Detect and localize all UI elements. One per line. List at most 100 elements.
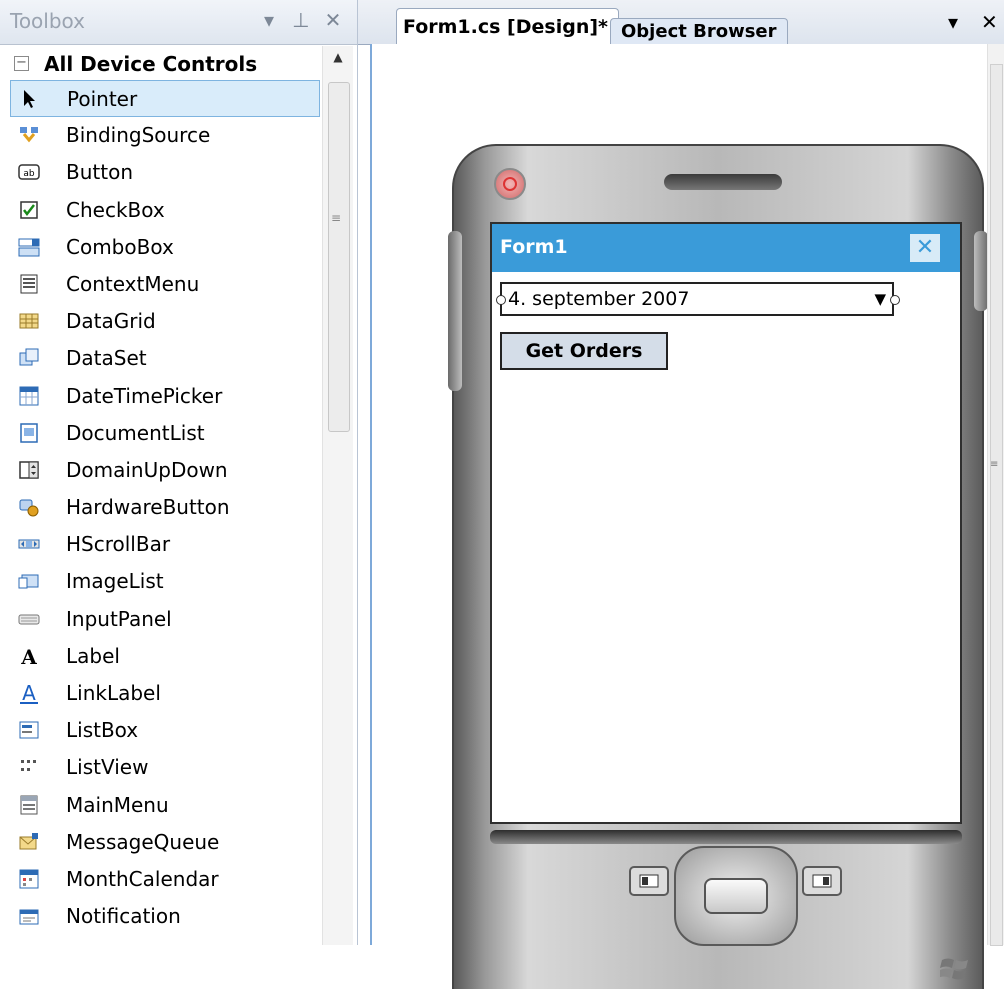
toolbox-item-label: Pointer <box>67 87 138 111</box>
toolbox-item-hardwarebutton[interactable]: HardwareButton <box>10 489 320 526</box>
listview-icon <box>21 760 36 772</box>
scroll-grip-icon: ≡ <box>990 459 999 470</box>
pointer-icon <box>24 90 35 108</box>
toolbox-item-datetimepicker[interactable]: DateTimePicker <box>10 378 320 415</box>
toolbox-item-label: DataGrid <box>66 309 156 334</box>
notification-icon <box>19 909 39 925</box>
active-files-dropdown-icon[interactable]: ▾ <box>948 10 958 34</box>
collapse-icon[interactable]: − <box>14 56 29 71</box>
toolbox-item-documentlist[interactable]: DocumentList <box>10 415 320 452</box>
toolbox-item-label-control[interactable]: A Label <box>10 638 320 675</box>
toolbox-item-mainmenu[interactable]: MainMenu <box>10 787 320 824</box>
toolbox-scrollbar[interactable]: ▲ ≡ <box>322 46 353 945</box>
toolbox-category-label: All Device Controls <box>44 52 258 76</box>
toolbox-item-bindingsource[interactable]: BindingSource <box>10 117 320 154</box>
messagequeue-icon <box>19 832 38 850</box>
mainmenu-icon <box>20 795 38 815</box>
dropdown-arrow-icon[interactable]: ▼ <box>874 290 886 308</box>
toolbox-item-label: DocumentList <box>66 420 205 445</box>
designer-scrollbar[interactable]: ≡ <box>987 44 1004 946</box>
toolbox-item-contextmenu[interactable]: ContextMenu <box>10 266 320 303</box>
soft-key-right-icon <box>802 866 842 896</box>
toolbox-title-bar: Toolbox ▾ ⊥ ✕ <box>0 0 357 45</box>
power-button-icon <box>494 168 526 200</box>
toolbox-category-header[interactable]: − All Device Controls <box>10 50 315 80</box>
document-tab-strip: Form1.cs [Design]* Object Browser ▾ ✕ <box>358 0 1004 45</box>
toolbox-panel: Toolbox ▾ ⊥ ✕ − All Device Controls Poin… <box>0 0 358 945</box>
date-time-picker-value: 4. september 2007 <box>508 288 690 310</box>
toolbox-item-label: MessageQueue <box>66 829 220 854</box>
toolbox-item-inputpanel[interactable]: InputPanel <box>10 601 320 638</box>
documentlist-icon <box>20 422 38 443</box>
scroll-up-icon[interactable]: ▲ <box>323 50 353 64</box>
toolbox-item-list: Pointer BindingSource ab Button CheckBox… <box>10 80 320 935</box>
svg-text:A: A <box>22 682 36 704</box>
toolbox-item-button[interactable]: ab Button <box>10 154 320 191</box>
toolbox-title: Toolbox <box>10 9 85 33</box>
toolbox-item-monthcalendar[interactable]: MonthCalendar <box>10 861 320 898</box>
toolbox-item-label: DataSet <box>66 346 147 371</box>
navigation-pad <box>674 846 798 946</box>
svg-text:A: A <box>20 645 37 667</box>
toolbox-item-label: InputPanel <box>66 606 172 631</box>
toolbox-item-label: DomainUpDown <box>66 457 228 482</box>
toolbox-item-label: MonthCalendar <box>66 866 219 891</box>
toolbox-item-checkbox[interactable]: CheckBox <box>10 192 320 229</box>
toolbox-item-listbox[interactable]: ListBox <box>10 712 320 749</box>
form-title: Form1 <box>500 236 568 258</box>
navigation-pad-center <box>704 878 768 914</box>
tab-form1-design[interactable]: Form1.cs [Design]* <box>396 8 619 45</box>
datetimepicker-icon <box>19 386 39 405</box>
toolbox-item-label: ListBox <box>66 718 139 743</box>
toolbox-item-pointer[interactable]: Pointer <box>10 80 320 118</box>
domainupdown-icon <box>19 461 39 479</box>
toolbox-item-combobox[interactable]: ComboBox <box>10 229 320 266</box>
toolbox-item-label: MainMenu <box>66 792 169 817</box>
toolbox-item-label: ComboBox <box>66 234 174 259</box>
window-position-dropdown-icon[interactable]: ▾ <box>256 8 282 32</box>
toolbox-item-imagelist[interactable]: ImageList <box>10 563 320 600</box>
device-soft-key-bar <box>490 830 962 844</box>
toolbox-item-datagrid[interactable]: DataGrid <box>10 303 320 340</box>
get-orders-button[interactable]: Get Orders <box>500 332 668 370</box>
designer-scrollbar-thumb[interactable] <box>990 64 1003 946</box>
toolbox-item-label: Notification <box>66 904 181 929</box>
hardwarebutton-icon <box>19 499 39 517</box>
windows-logo-icon <box>940 958 968 980</box>
tab-object-browser[interactable]: Object Browser <box>610 18 788 45</box>
toolbox-item-linklabel[interactable]: A LinkLabel <box>10 675 320 712</box>
label-icon: A <box>20 645 37 667</box>
close-icon[interactable]: ✕ <box>320 8 346 32</box>
scrollbar-thumb[interactable] <box>328 82 350 432</box>
form-title-bar[interactable]: Form1 ✕ <box>492 224 960 272</box>
toolbox-item-hscrollbar[interactable]: HScrollBar <box>10 526 320 563</box>
inputpanel-icon <box>18 614 40 625</box>
toolbox-item-label: CheckBox <box>66 197 165 222</box>
close-document-icon[interactable]: ✕ <box>981 10 998 34</box>
resize-handle-right[interactable] <box>890 295 900 305</box>
combobox-icon <box>18 238 40 257</box>
button-icon: ab <box>18 164 40 181</box>
listbox-icon <box>19 721 39 739</box>
toolbox-item-label: BindingSource <box>66 123 211 148</box>
form-close-icon[interactable]: ✕ <box>910 234 940 262</box>
toolbox-item-listview[interactable]: ListView <box>10 749 320 786</box>
toolbox-item-label: HScrollBar <box>66 532 171 557</box>
form-designer-surface[interactable]: Form1 ✕ 4. september 2007 ▼ Get Orders <box>370 44 1004 989</box>
toolbox-item-label: HardwareButton <box>66 495 230 520</box>
resize-handle-left[interactable] <box>496 295 506 305</box>
date-time-picker[interactable]: 4. september 2007 ▼ <box>496 282 900 316</box>
toolbox-item-dataset[interactable]: DataSet <box>10 340 320 377</box>
contextmenu-icon <box>20 274 38 294</box>
auto-hide-pin-icon[interactable]: ⊥ <box>288 8 314 32</box>
imagelist-icon <box>18 574 39 589</box>
speaker-grille <box>664 174 782 190</box>
hscrollbar-icon <box>18 539 40 549</box>
device-side-button-left <box>448 231 462 391</box>
toolbox-item-notification[interactable]: Notification <box>10 898 320 935</box>
datagrid-icon <box>19 313 39 329</box>
toolbox-item-label: DateTimePicker <box>66 383 223 408</box>
toolbox-item-domainupdown[interactable]: DomainUpDown <box>10 452 320 489</box>
toolbox-item-label: Button <box>66 160 133 185</box>
toolbox-item-messagequeue[interactable]: MessageQueue <box>10 824 320 861</box>
